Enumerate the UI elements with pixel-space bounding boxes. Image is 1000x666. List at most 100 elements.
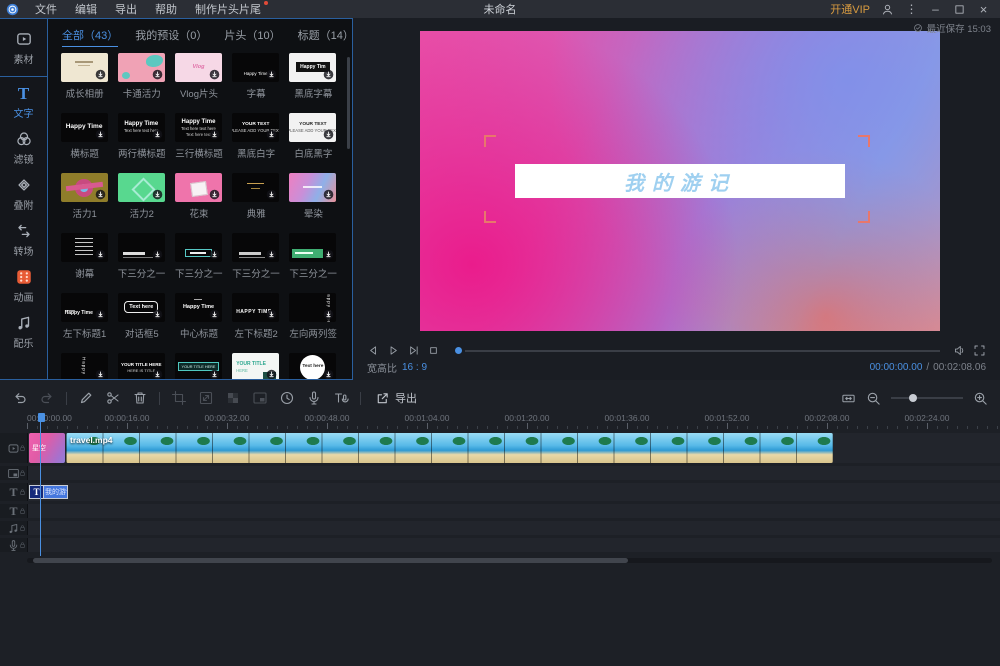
toolbar-button[interactable]: [252, 390, 268, 406]
download-icon[interactable]: [95, 189, 106, 200]
download-icon[interactable]: [152, 369, 163, 379]
video-clip[interactable]: travel.mp4: [66, 433, 833, 463]
download-icon[interactable]: [323, 129, 334, 140]
template-card[interactable]: Happy Time Text here text here 两行横标题: [118, 113, 166, 173]
template-card[interactable]: 下三分之一...: [118, 233, 166, 293]
template-card[interactable]: Happy Time 中心标题: [175, 293, 223, 353]
aspect-ratio-value[interactable]: 16 : 9: [402, 362, 427, 373]
toolbar-button[interactable]: [225, 390, 241, 406]
template-tab[interactable]: 全部（43）: [62, 27, 118, 47]
download-icon[interactable]: [209, 129, 220, 140]
lock-icon[interactable]: [19, 508, 26, 515]
text-clip[interactable]: T 我的游记: [29, 485, 68, 499]
download-icon[interactable]: [266, 189, 277, 200]
lock-icon[interactable]: [19, 489, 26, 496]
template-card[interactable]: 晕染: [289, 173, 337, 233]
download-icon[interactable]: [323, 369, 334, 379]
download-icon[interactable]: [95, 129, 106, 140]
download-icon[interactable]: [266, 69, 277, 80]
template-card[interactable]: 下三分之一...: [289, 233, 337, 293]
download-icon[interactable]: [266, 129, 277, 140]
text-overlay-bar[interactable]: 我的游记: [515, 164, 845, 198]
toolbar-button[interactable]: [78, 390, 94, 406]
sidebar-item[interactable]: 叠附: [0, 171, 47, 217]
template-tab[interactable]: 标题（14）: [298, 27, 352, 47]
download-icon[interactable]: [152, 129, 163, 140]
download-icon[interactable]: [209, 249, 220, 260]
download-icon[interactable]: [95, 369, 106, 379]
sidebar-item[interactable]: 转场: [0, 217, 47, 263]
template-card[interactable]: YOUR TITLE HERE: [232, 353, 280, 379]
seek-handle[interactable]: [455, 347, 462, 354]
selection-corner-icon[interactable]: [858, 211, 870, 223]
previous-frame-button[interactable]: [367, 344, 380, 357]
next-frame-button[interactable]: [407, 344, 420, 357]
lock-icon[interactable]: [19, 445, 26, 452]
toolbar-button[interactable]: [66, 392, 67, 405]
download-icon[interactable]: [95, 69, 106, 80]
menu-item[interactable]: 帮助: [146, 1, 186, 17]
seek-track[interactable]: [465, 350, 940, 352]
toolbar-button[interactable]: [132, 390, 148, 406]
download-icon[interactable]: [152, 69, 163, 80]
template-card[interactable]: Happy: [61, 353, 109, 379]
download-icon[interactable]: [266, 369, 277, 379]
preview-video[interactable]: 我的游记: [420, 31, 940, 331]
fullscreen-icon[interactable]: [973, 344, 986, 357]
template-card[interactable]: Happy Time 左下标题1: [61, 293, 109, 353]
volume-icon[interactable]: [953, 344, 966, 357]
menu-item[interactable]: 编辑: [66, 1, 106, 17]
toolbar-button[interactable]: [171, 390, 187, 406]
download-icon[interactable]: [95, 309, 106, 320]
template-card[interactable]: YOUR TITLE HERE HERE IS TITLE: [118, 353, 166, 379]
download-icon[interactable]: [152, 249, 163, 260]
voiceover-track[interactable]: [0, 538, 1000, 552]
toolbar-button[interactable]: [159, 392, 160, 405]
template-card[interactable]: Happy Time Text here text here Text here…: [175, 113, 223, 173]
sidebar-item[interactable]: 滤镜: [0, 125, 47, 171]
video-track-header[interactable]: [0, 433, 28, 463]
menu-item[interactable]: 制作片头片尾: [186, 1, 270, 17]
download-icon[interactable]: [209, 369, 220, 379]
toolbar-button[interactable]: [12, 390, 28, 406]
toolbar-button[interactable]: [360, 392, 361, 405]
sidebar-item[interactable]: 配乐: [0, 309, 47, 355]
text-track-1[interactable]: T T 我的游记: [0, 483, 1000, 501]
minimize-button[interactable]: –: [929, 3, 942, 16]
video-track-body[interactable]: 星空 travel.mp4: [28, 433, 1000, 463]
selection-corner-icon[interactable]: [484, 211, 496, 223]
panel-scrollbar[interactable]: [347, 57, 350, 149]
template-card[interactable]: 典雅: [232, 173, 280, 233]
maximize-button[interactable]: [953, 3, 966, 16]
download-icon[interactable]: [323, 309, 334, 320]
timeline-zoom-slider[interactable]: [891, 397, 963, 399]
seek-bar[interactable]: [455, 347, 940, 354]
template-card[interactable]: Happy Time 左向两列签...: [289, 293, 337, 353]
toolbar-button[interactable]: [306, 390, 322, 406]
lock-icon[interactable]: [19, 470, 26, 477]
download-icon[interactable]: [323, 189, 334, 200]
download-icon[interactable]: [266, 309, 277, 320]
menu-item[interactable]: 文件: [26, 1, 66, 17]
toolbar-button[interactable]: [333, 390, 349, 406]
download-icon[interactable]: [152, 189, 163, 200]
download-icon[interactable]: [323, 69, 334, 80]
toolbar-button[interactable]: [279, 390, 295, 406]
text-track-header[interactable]: T: [0, 483, 28, 501]
template-card[interactable]: Text here: [289, 353, 337, 379]
vip-button[interactable]: 开通VIP: [830, 1, 870, 17]
more-menu-icon[interactable]: ⋮: [905, 3, 918, 16]
sidebar-item[interactable]: 动画: [0, 263, 47, 309]
sidebar-item[interactable]: T 文字: [0, 79, 47, 125]
template-card[interactable]: Text here 对话框5: [118, 293, 166, 353]
text-track-2-header[interactable]: T: [0, 504, 28, 518]
template-card[interactable]: 谢幕: [61, 233, 109, 293]
text-track-body[interactable]: T 我的游记: [28, 483, 1000, 501]
stop-button[interactable]: [427, 344, 440, 357]
music-track-body[interactable]: [28, 521, 1000, 535]
play-button[interactable]: [387, 344, 400, 357]
template-tab[interactable]: 我的预设（0）: [135, 27, 207, 47]
fit-timeline-icon[interactable]: [841, 391, 856, 406]
text-track-2-body[interactable]: [28, 504, 1000, 518]
download-icon[interactable]: [209, 69, 220, 80]
